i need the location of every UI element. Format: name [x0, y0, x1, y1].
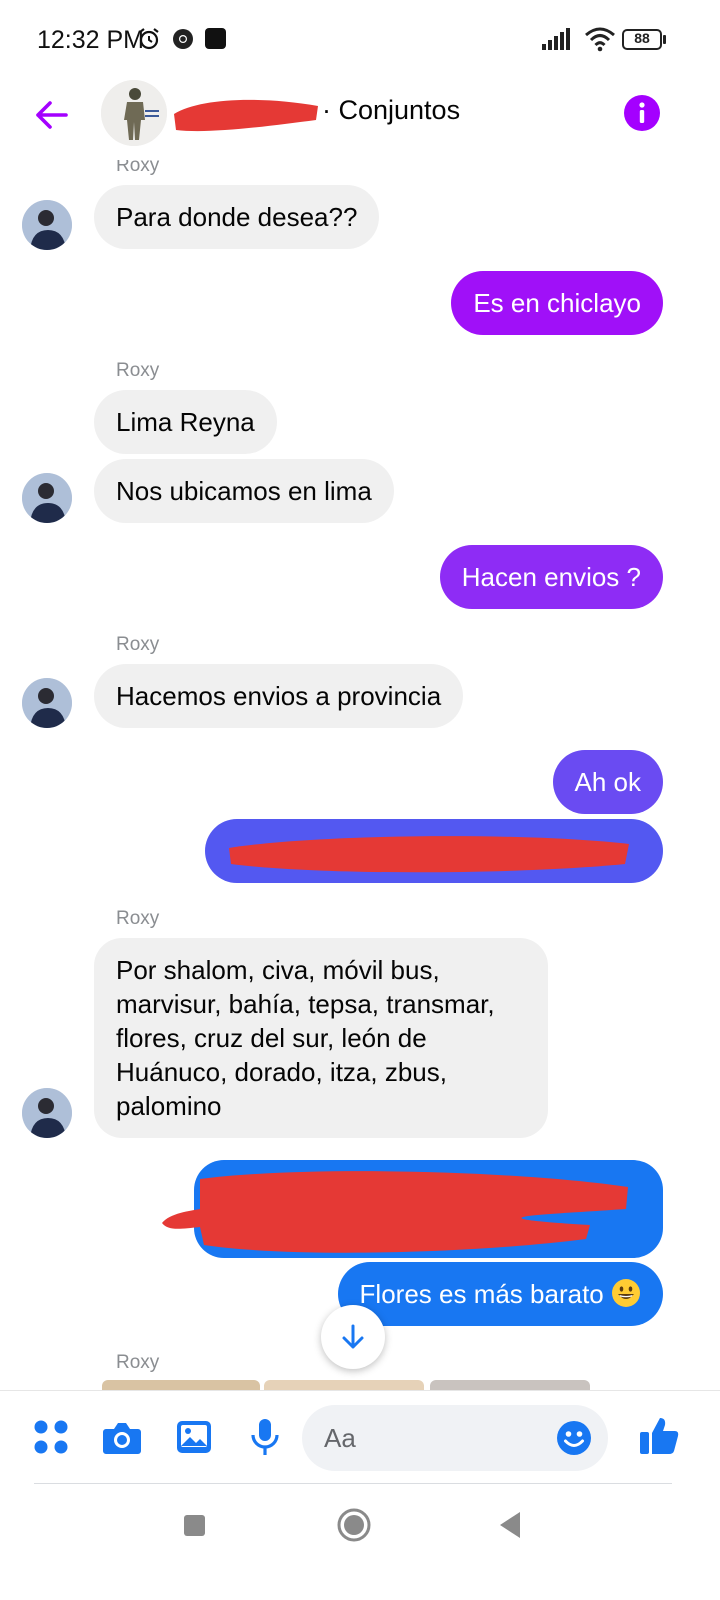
sender-avatar[interactable]: [22, 1088, 72, 1138]
sender-avatar[interactable]: [22, 473, 72, 523]
back-icon[interactable]: [496, 1510, 524, 1540]
media-thumbnail[interactable]: [430, 1380, 590, 1390]
message-list[interactable]: Roxy Para donde desea?? Es en chiclayo R…: [0, 160, 720, 1390]
avatar-photo-icon: [22, 473, 72, 523]
message-text: Flores es más barato: [359, 1279, 604, 1309]
message-bubble-outgoing[interactable]: Ah ok: [552, 750, 663, 814]
message-input[interactable]: Aa: [302, 1405, 608, 1471]
redaction-mark: [162, 1171, 628, 1253]
message-bubble-incoming[interactable]: Hacemos envios a provincia: [94, 664, 464, 728]
system-navigation-bar: [0, 1484, 720, 1600]
message-bubble-incoming[interactable]: Nos ubicamos en lima: [94, 459, 394, 523]
info-icon[interactable]: [623, 94, 661, 132]
message-bubble-incoming[interactable]: Lima Reyna: [94, 390, 277, 454]
message-composer: Aa: [0, 1390, 720, 1485]
message-bubble-outgoing[interactable]: Hacen envios ?: [439, 545, 663, 609]
battery-icon: 88: [622, 29, 666, 50]
media-thumbnail[interactable]: [102, 1380, 260, 1390]
contact-avatar[interactable]: [101, 80, 167, 146]
sender-name: Roxy: [116, 360, 160, 381]
conversation-header: · Conjuntos: [0, 80, 720, 160]
alarm-icon: [139, 28, 159, 50]
gallery-icon[interactable]: [176, 1420, 212, 1454]
redaction-mark: [229, 836, 629, 873]
arrow-down-icon: [342, 1324, 364, 1349]
sender-avatar[interactable]: [22, 200, 72, 250]
avatar-photo-icon: [22, 200, 72, 250]
notification-icon: [205, 28, 226, 49]
battery-level: 88: [634, 30, 650, 46]
message-bubble-incoming[interactable]: Por shalom, civa, móvil bus, marvisur, b…: [94, 938, 548, 1138]
message-bubble-outgoing[interactable]: Flores es más barato: [337, 1262, 663, 1326]
person-silhouette-icon: [101, 80, 167, 146]
chrome-icon: [173, 29, 193, 49]
status-time: 12:32 PM: [37, 26, 145, 54]
status-bar: 12:32 PM 88: [0, 0, 720, 80]
thumbs-up-icon[interactable]: [638, 1415, 680, 1457]
message-input-placeholder: Aa: [324, 1423, 356, 1453]
home-icon[interactable]: [337, 1508, 371, 1542]
signal-icon: [542, 28, 570, 50]
sender-name: Roxy: [116, 1352, 160, 1373]
scroll-to-bottom-button[interactable]: [321, 1305, 385, 1369]
menu-dots-icon[interactable]: [33, 1419, 69, 1455]
sender-name: Roxy: [116, 160, 160, 176]
redaction-mark: [174, 99, 318, 132]
sender-name: Roxy: [116, 908, 160, 929]
back-arrow-icon[interactable]: [30, 94, 72, 136]
media-thumbnail[interactable]: [264, 1380, 424, 1390]
microphone-icon[interactable]: [250, 1418, 280, 1458]
recents-icon[interactable]: [184, 1515, 205, 1536]
emoji-icon[interactable]: [556, 1420, 592, 1456]
conversation-title[interactable]: · Conjuntos: [322, 95, 460, 126]
camera-icon[interactable]: [102, 1421, 142, 1455]
sender-avatar[interactable]: [22, 678, 72, 728]
avatar-photo-icon: [22, 678, 72, 728]
sender-name: Roxy: [116, 634, 160, 655]
message-bubble-incoming[interactable]: Para donde desea??: [94, 185, 380, 249]
grinning-face-emoji: [612, 1279, 640, 1307]
wifi-icon: [585, 27, 615, 52]
avatar-photo-icon: [22, 1088, 72, 1138]
media-preview[interactable]: [94, 1380, 594, 1390]
message-bubble-outgoing[interactable]: Es en chiclayo: [451, 271, 663, 335]
